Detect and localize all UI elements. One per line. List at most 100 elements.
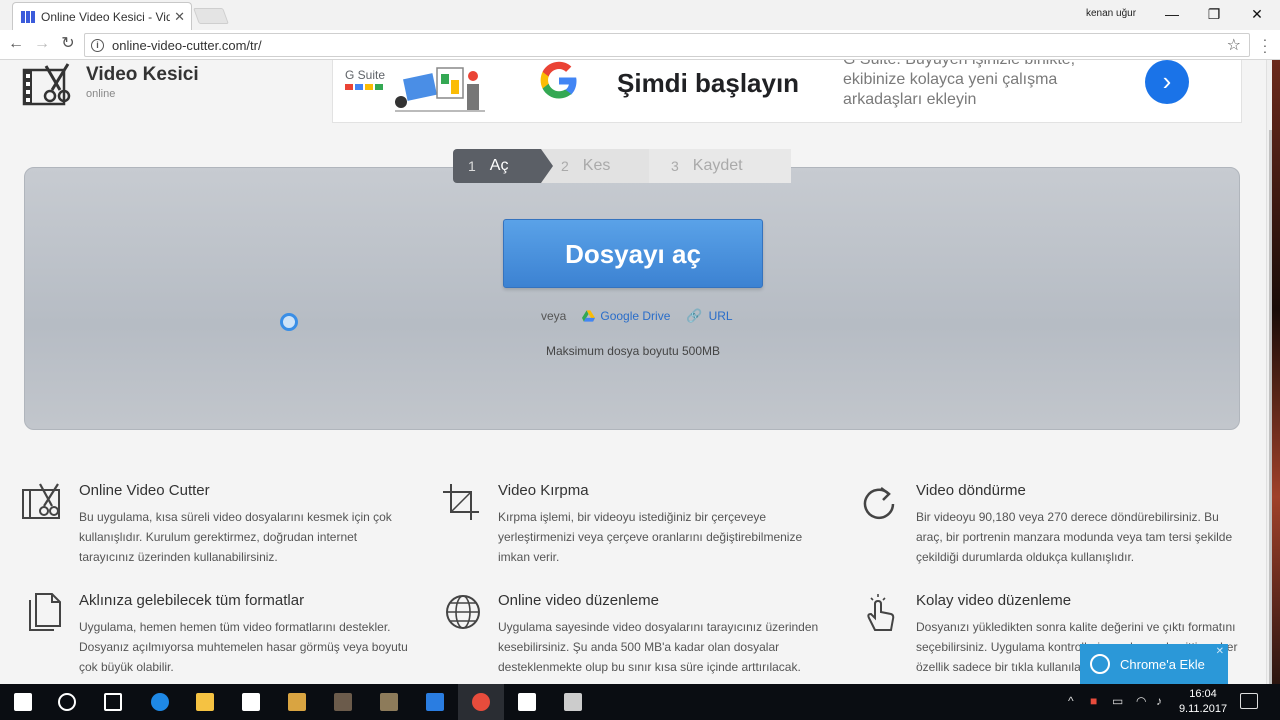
- step-number: 2: [561, 158, 569, 174]
- step-save: 3 Kaydet: [649, 149, 791, 183]
- crop-icon: [443, 484, 479, 520]
- site-logo[interactable]: Video Kesici online: [22, 62, 199, 106]
- loading-spinner-icon: [280, 313, 298, 331]
- task-view-icon[interactable]: [90, 684, 136, 720]
- globe-icon: [446, 595, 480, 629]
- page-content: Video Kesici online G Suite Şimdi başlay…: [0, 60, 1266, 684]
- clock-date: 9.11.2017: [1178, 703, 1228, 715]
- feature-title: Online video düzenleme: [498, 592, 659, 609]
- app-icon-5[interactable]: [550, 684, 596, 720]
- or-label: veya: [541, 309, 567, 323]
- rotate-icon: [863, 487, 895, 520]
- address-bar[interactable]: i online-video-cutter.com/tr/ ☆: [84, 33, 1250, 57]
- store-icon-glyph: [242, 693, 260, 711]
- wifi-icon[interactable]: ◠: [1136, 694, 1146, 708]
- feature-title: Video döndürme: [916, 482, 1026, 499]
- minimize-button[interactable]: —: [1152, 3, 1192, 25]
- google-logo-icon: [540, 61, 577, 99]
- feature-description: Bu uygulama, kısa süreli video dosyaları…: [79, 510, 392, 564]
- app-icon-2[interactable]: [320, 684, 366, 720]
- file-explorer-icon[interactable]: [182, 684, 228, 720]
- info-icon[interactable]: i: [91, 38, 104, 52]
- maximize-button[interactable]: ❐: [1194, 3, 1234, 25]
- chrome-icon: [1090, 654, 1110, 674]
- edge-icon-glyph: [151, 693, 169, 711]
- open-file-button[interactable]: Dosyayı aç: [503, 219, 763, 288]
- volume-icon[interactable]: ♪: [1156, 694, 1162, 708]
- close-icon[interactable]: ✕: [1216, 646, 1224, 657]
- feature-description: Uygulama sayesinde video dosyalarını tar…: [498, 620, 819, 674]
- windows-taskbar: ^ ■ ▭ ◠ ♪ 16:04 9.11.2017: [0, 684, 1280, 720]
- start-icon[interactable]: [0, 684, 46, 720]
- google-drive-link[interactable]: Google Drive: [582, 309, 670, 323]
- step-number: 3: [671, 158, 679, 174]
- bookmark-star-icon[interactable]: ☆: [1227, 35, 1241, 55]
- ad-brand-icon: [345, 84, 383, 90]
- tab-title: Online Video Kesici - Vid: [41, 9, 171, 24]
- app-icon-4[interactable]: [412, 684, 458, 720]
- feature-title: Kolay video düzenleme: [916, 592, 1072, 609]
- site-favicon-icon: [21, 10, 35, 24]
- app-icon-1-glyph: [288, 693, 306, 711]
- link-icon: 🔗: [686, 308, 703, 323]
- app-icon-5-glyph: [564, 693, 582, 711]
- app-icon-3-glyph: [380, 693, 398, 711]
- site-subtitle: online: [86, 88, 116, 100]
- step-indicator: 1 Aç 2 Kes 3 Kaydet: [453, 149, 803, 183]
- search-icon[interactable]: [44, 684, 90, 720]
- forward-icon[interactable]: →: [32, 34, 52, 54]
- background-window-edge: [1272, 60, 1280, 684]
- browser-toolbar: ← → ↻ i online-video-cutter.com/tr/ ☆ · ·…: [0, 30, 1280, 60]
- mail-icon[interactable]: [504, 684, 550, 720]
- ad-illustration-icon: [395, 67, 485, 112]
- app-icon-2-glyph: [334, 693, 352, 711]
- tray-network-icon[interactable]: ▭: [1112, 694, 1123, 708]
- notification-center-icon[interactable]: [1240, 693, 1258, 709]
- start-icon-glyph: [14, 693, 32, 711]
- reload-icon[interactable]: ↻: [58, 34, 78, 54]
- documents-icon: [29, 593, 61, 631]
- new-tab-button[interactable]: [193, 8, 229, 24]
- tray-app-icon[interactable]: ■: [1090, 694, 1097, 708]
- step-open: 1 Aç: [453, 149, 553, 183]
- ad-brand: G Suite: [345, 68, 386, 82]
- add-to-chrome-button[interactable]: Chrome'a Ekle ✕: [1080, 644, 1228, 684]
- file-explorer-icon-glyph: [196, 693, 214, 711]
- app-icon-1[interactable]: [274, 684, 320, 720]
- step-label: Aç: [489, 157, 509, 174]
- tab-close-icon[interactable]: ✕: [174, 9, 185, 25]
- close-window-button[interactable]: ✕: [1237, 3, 1277, 25]
- chrome-icon[interactable]: [458, 684, 504, 720]
- edge-icon[interactable]: [137, 684, 183, 720]
- app-icon-4-glyph: [426, 693, 444, 711]
- browser-tab[interactable]: Online Video Kesici - Vid ✕: [12, 2, 192, 30]
- film-cut-icon: [22, 483, 60, 519]
- alternative-sources: veya Google Drive 🔗 URL: [541, 308, 733, 324]
- add-to-chrome-label[interactable]: Chrome'a Ekle: [1120, 657, 1205, 672]
- app-icon-3[interactable]: [366, 684, 412, 720]
- ad-body-text: G Suite: Büyüyen işinizle birlikte, ekib…: [843, 60, 1075, 108]
- url-link-label[interactable]: URL: [709, 309, 733, 323]
- chrome-icon-glyph: [472, 693, 490, 711]
- system-clock[interactable]: 16:04 9.11.2017: [1178, 687, 1228, 717]
- url-text[interactable]: online-video-cutter.com/tr/: [112, 38, 262, 53]
- feature-description: Uygulama, hemen hemen tüm video formatla…: [79, 620, 408, 674]
- back-icon[interactable]: ←: [6, 34, 26, 54]
- site-title: Video Kesici: [86, 64, 199, 85]
- browser-menu-icon[interactable]: · · ·: [1260, 32, 1270, 58]
- feature-title: Online Video Cutter: [79, 482, 210, 499]
- advertisement-banner[interactable]: G Suite Şimdi başlayın G Suite: Büyüyen …: [332, 60, 1242, 123]
- store-icon[interactable]: [228, 684, 274, 720]
- feature-description: Bir videoyu 90,180 veya 270 derece döndü…: [916, 510, 1233, 564]
- max-file-size-text: Maksimum dosya boyutu 500MB: [545, 344, 721, 358]
- google-drive-icon: [582, 310, 596, 322]
- step-label: Kes: [582, 157, 611, 174]
- ad-headline[interactable]: Şimdi başlayın: [617, 68, 799, 99]
- feature-description: Kırpma işlemi, bir videoyu istediğiniz b…: [498, 510, 803, 564]
- user-profile-name[interactable]: kenan uğur: [1086, 8, 1136, 19]
- google-drive-label[interactable]: Google Drive: [600, 309, 670, 323]
- tray-chevron-icon[interactable]: ^: [1068, 694, 1074, 708]
- url-link[interactable]: 🔗 URL: [686, 308, 732, 324]
- touch-icon: [867, 594, 895, 631]
- ad-arrow-button[interactable]: ›: [1145, 60, 1189, 104]
